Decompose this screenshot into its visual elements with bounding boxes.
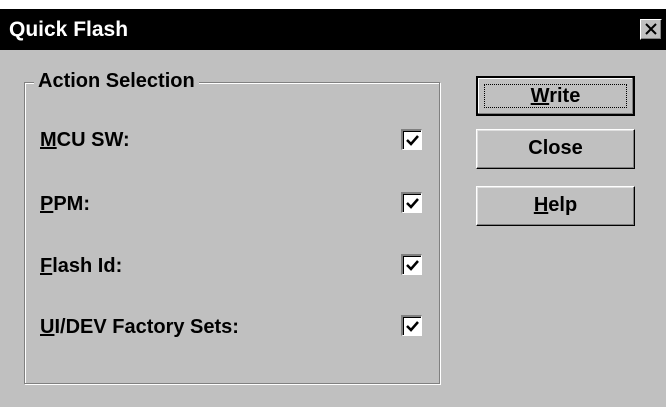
mcu-sw-label: MCU SW: <box>40 128 130 152</box>
help-text: elp <box>548 194 578 216</box>
close-label: Close <box>528 137 583 159</box>
write-button[interactable]: Write <box>476 76 635 116</box>
help-label: Help <box>534 194 577 216</box>
flash-id-mnemonic: F <box>40 255 53 277</box>
ui-dev-factory-sets-label: UI/DEV Factory Sets: <box>40 315 239 339</box>
check-icon <box>406 260 419 271</box>
ppm-checkbox[interactable] <box>401 192 422 213</box>
window-title: Quick Flash <box>9 18 129 41</box>
close-button[interactable]: Close <box>476 129 635 169</box>
close-icon <box>645 23 657 35</box>
flash-id-label: Flash Id: <box>40 254 122 278</box>
flash-id-text: lash Id: <box>52 255 123 277</box>
group-legend: Action Selection <box>34 69 199 93</box>
close-window-button[interactable] <box>640 19 662 40</box>
mcu-sw-checkbox[interactable] <box>401 129 422 150</box>
check-icon <box>406 198 419 209</box>
check-icon <box>406 321 419 332</box>
mcu-sw-text: CU SW: <box>56 129 130 151</box>
help-button[interactable]: Help <box>476 186 635 226</box>
mcu-sw-mnemonic: M <box>40 129 57 151</box>
ui-dev-mnemonic: U <box>40 316 55 338</box>
help-mnemonic: H <box>533 194 549 216</box>
ui-dev-text: I/DEV Factory Sets: <box>54 316 239 338</box>
write-label: Write <box>531 85 581 107</box>
write-mnemonic: W <box>530 85 550 107</box>
quick-flash-dialog: Quick Flash Action Selection MCU SW: PPM… <box>0 9 666 407</box>
check-icon <box>406 135 419 146</box>
ppm-text: PM: <box>53 193 91 215</box>
ppm-mnemonic: P <box>40 193 54 215</box>
write-text: rite <box>549 85 581 107</box>
flash-id-checkbox[interactable] <box>401 254 422 275</box>
ui-dev-factory-sets-checkbox[interactable] <box>401 315 422 336</box>
title-bar[interactable]: Quick Flash <box>0 9 666 50</box>
ppm-label: PPM: <box>40 192 90 216</box>
